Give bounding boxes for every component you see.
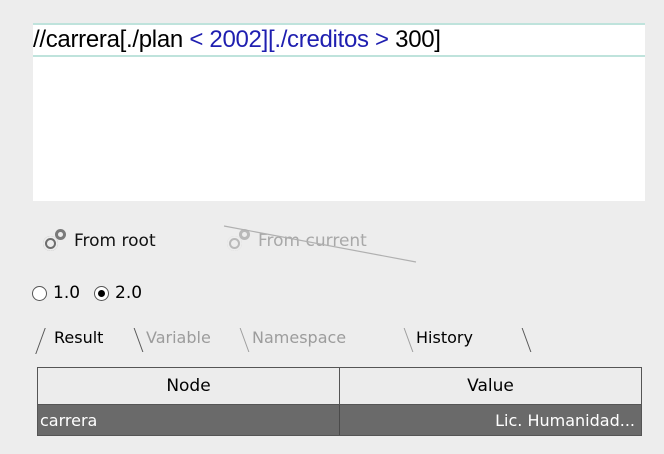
table-row[interactable]: carrera Lic. Humanidad... <box>38 405 641 435</box>
gears-icon <box>40 227 70 255</box>
tab-variable[interactable]: Variable <box>136 322 250 354</box>
version-1-0-label: 1.0 <box>53 283 81 303</box>
tab-variable-label: Variable <box>146 328 211 347</box>
row-node-cell: carrera <box>38 405 340 435</box>
from-current-button[interactable]: From current <box>224 227 367 255</box>
from-root-button[interactable]: From root <box>40 227 156 255</box>
tab-result-label: Result <box>54 328 104 347</box>
query-part-2: < 2002][./creditos > <box>189 26 389 53</box>
version-radio-1-0[interactable]: 1.0 <box>32 283 80 303</box>
tab-result[interactable]: Result <box>44 322 144 354</box>
xpath-version-group: 1.0 2.0 <box>32 283 156 303</box>
gears-icon <box>224 227 254 255</box>
column-header-node[interactable]: Node <box>38 368 340 404</box>
xpath-query-editor[interactable]: //carrera[./plan < 2002][./creditos > 30… <box>33 23 645 201</box>
tab-namespace-label: Namespace <box>252 328 347 347</box>
radio-button[interactable] <box>32 285 47 301</box>
query-part-1: //carrera[./plan <box>33 26 190 53</box>
tab-history[interactable]: History <box>406 322 532 354</box>
tab-namespace[interactable]: Namespace <box>242 322 414 354</box>
tab-history-label: History <box>416 328 473 347</box>
column-header-value[interactable]: Value <box>340 368 641 404</box>
current-line-highlight <box>33 55 645 57</box>
from-current-label: From current <box>258 231 367 251</box>
from-root-label: From root <box>74 231 156 251</box>
results-table: Node Value carrera Lic. Humanidad... <box>37 367 642 436</box>
query-part-3: 300] <box>388 26 441 53</box>
row-value-cell: Lic. Humanidad... <box>495 410 635 430</box>
xpath-query-text[interactable]: //carrera[./plan < 2002][./creditos > 30… <box>33 26 441 54</box>
version-2-0-label: 2.0 <box>115 283 143 303</box>
radio-button-selected[interactable] <box>94 285 110 301</box>
table-header: Node Value <box>38 368 641 405</box>
version-radio-2-0[interactable]: 2.0 <box>94 283 142 303</box>
